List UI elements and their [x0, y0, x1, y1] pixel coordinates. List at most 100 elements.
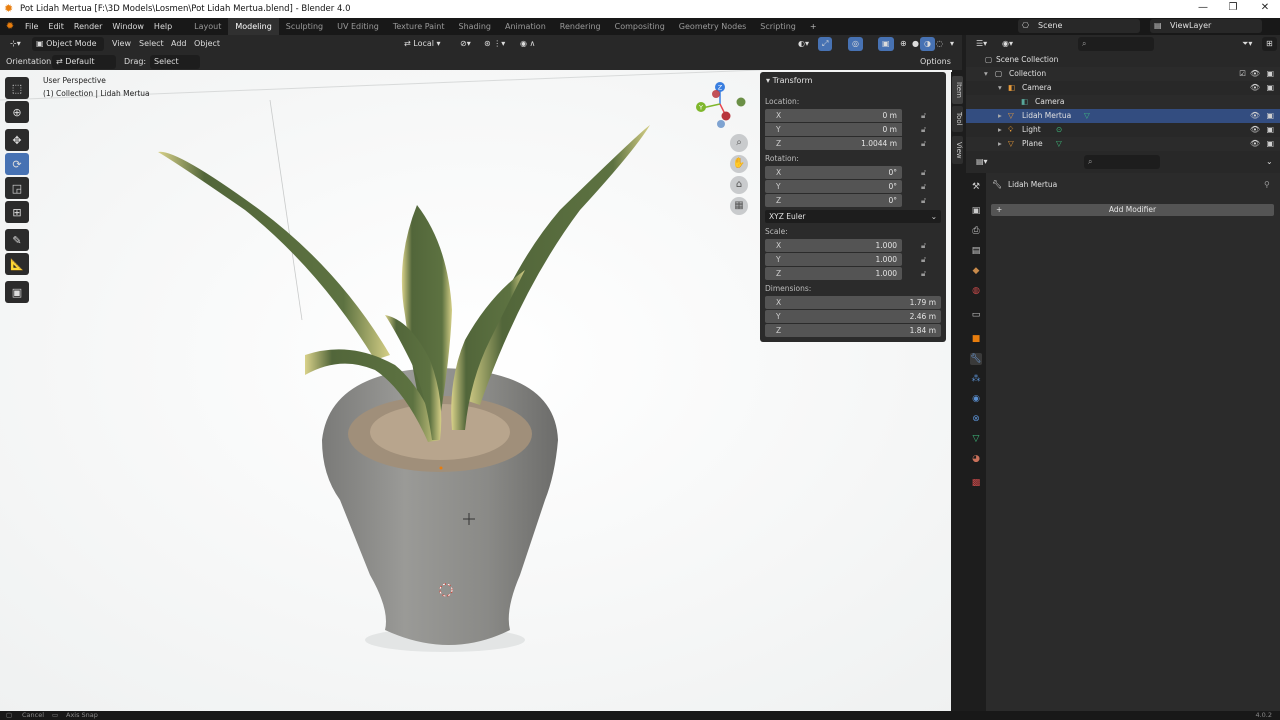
expand-arrow-icon[interactable]: ▾	[984, 67, 988, 81]
constraints-properties-icon[interactable]: ⊗	[970, 413, 982, 425]
view-menu[interactable]: View	[108, 37, 135, 51]
scene-properties-icon[interactable]: ◆	[970, 265, 982, 277]
scale-tool-icon[interactable]: ◲	[5, 177, 29, 199]
gizmo-toggle-icon[interactable]: ⤢	[818, 37, 833, 51]
pin-icon[interactable]: ⚲	[1264, 180, 1270, 189]
ortho-grid-icon[interactable]: ▦	[730, 197, 748, 215]
render-properties-icon[interactable]: ▣	[970, 205, 982, 217]
menu-window[interactable]: Window	[107, 18, 149, 35]
tool-properties-icon[interactable]: ⚒	[970, 181, 982, 193]
gizmo-neg-x-icon[interactable]	[712, 90, 720, 98]
tab-tool[interactable]: Tool	[952, 106, 963, 132]
drag-dropdown[interactable]: Select Box	[150, 55, 200, 80]
rotation-z-field[interactable]: Z 0°	[765, 194, 902, 207]
rotation-y-field[interactable]: Y 0°	[765, 180, 902, 193]
menu-render[interactable]: Render	[69, 18, 107, 35]
lock-icon[interactable]: 🔓︎	[921, 196, 930, 205]
tab-scripting[interactable]: Scripting	[753, 18, 803, 35]
outliner-search-input[interactable]: ⌕	[1078, 37, 1154, 51]
particles-properties-icon[interactable]: ⁂	[970, 373, 982, 385]
cursor-tool-icon[interactable]: ⊕	[5, 101, 29, 123]
gizmo-x-axis-icon[interactable]	[721, 111, 731, 121]
display-mode-icon[interactable]: ◉▾	[998, 37, 1017, 51]
camera-render-icon[interactable]: ▣	[1266, 81, 1274, 95]
eye-icon[interactable]: 👁︎	[1250, 67, 1260, 81]
lock-icon[interactable]: 🔓︎	[921, 125, 930, 134]
add-cube-tool-icon[interactable]: ▣	[5, 281, 29, 303]
outliner-item-camera-data[interactable]: ◧ Camera	[966, 95, 1280, 109]
output-properties-icon[interactable]: ⎙	[970, 225, 982, 237]
outliner-item-light[interactable]: ▸ 💡︎ Light ⊙ 👁︎ ▣	[966, 123, 1280, 137]
orientation-dropdown[interactable]: ⇄ Default	[52, 55, 116, 69]
menu-edit[interactable]: Edit	[43, 18, 69, 35]
lock-icon[interactable]: 🔓︎	[921, 241, 930, 250]
add-modifier-button[interactable]: + Add Modifier	[991, 204, 1274, 216]
collection-properties-icon[interactable]: ▭	[970, 309, 982, 321]
eye-icon[interactable]: 👁︎	[1250, 81, 1260, 95]
tab-geometry-nodes[interactable]: Geometry Nodes	[672, 18, 753, 35]
tab-sculpting[interactable]: Sculpting	[279, 18, 330, 35]
transform-orientation-dropdown[interactable]: ⇄ Local ▾	[400, 37, 454, 51]
mesh-data-icon[interactable]: ▽	[1056, 137, 1062, 151]
tab-view[interactable]: View	[952, 136, 963, 164]
blender-menu-icon[interactable]: ✹	[0, 21, 20, 32]
rotation-mode-dropdown[interactable]: XYZ Euler ⌄	[765, 210, 941, 223]
menu-help[interactable]: Help	[149, 18, 177, 35]
xray-toggle-icon[interactable]: ▣	[878, 37, 894, 51]
expand-arrow-icon[interactable]: ▸	[998, 123, 1002, 137]
options-dropdown[interactable]: Options	[916, 55, 955, 69]
dimensions-z-field[interactable]: Z 1.84 m	[765, 324, 941, 337]
lock-icon[interactable]: 🔓︎	[921, 255, 930, 264]
light-data-icon[interactable]: ⊙	[1056, 123, 1062, 137]
texture-properties-icon[interactable]: ▩	[970, 477, 982, 489]
pan-hand-icon[interactable]: ✋	[730, 155, 748, 173]
gizmo-neg-z-icon[interactable]	[717, 120, 725, 128]
physics-properties-icon[interactable]: ◉	[970, 393, 982, 405]
proportional-edit-icon[interactable]: ◉ ∧	[516, 37, 539, 51]
lock-icon[interactable]: 🔓︎	[921, 182, 930, 191]
scale-y-field[interactable]: Y 1.000	[765, 253, 902, 266]
menu-file[interactable]: File	[20, 18, 43, 35]
add-workspace-icon[interactable]: +	[803, 18, 824, 35]
scene-selector[interactable]: ⎔ Scene	[1018, 19, 1140, 33]
world-properties-icon[interactable]: ◍	[970, 285, 982, 297]
camera-view-icon[interactable]: ⌂	[730, 176, 748, 194]
rotation-x-field[interactable]: X 0°	[765, 166, 902, 179]
overlay-toggle-icon[interactable]: ◎	[848, 37, 863, 51]
lock-icon[interactable]: 🔓︎	[921, 111, 930, 120]
scale-z-field[interactable]: Z 1.000	[765, 267, 902, 280]
mode-dropdown[interactable]: ▣ Object Mode ▾	[32, 37, 104, 62]
outliner-item-plane[interactable]: ▸ ▽ Plane ▽ 👁︎ ▣	[966, 137, 1280, 151]
outliner-item-camera[interactable]: ▾ ◧ Camera 👁︎ ▣	[966, 81, 1280, 95]
lock-icon[interactable]: 🔓︎	[921, 269, 930, 278]
tab-animation[interactable]: Animation	[498, 18, 553, 35]
visibility-icon[interactable]: ◐▾	[794, 37, 813, 51]
tab-rendering[interactable]: Rendering	[553, 18, 608, 35]
snap-icon[interactable]: ⊛ ⋮▾	[480, 37, 509, 51]
shading-options-icon[interactable]: ▾	[946, 37, 958, 51]
scale-x-field[interactable]: X 1.000	[765, 239, 902, 252]
annotate-tool-icon[interactable]: ✎	[5, 229, 29, 251]
filter-icon[interactable]: ⏷▾	[1238, 37, 1256, 51]
gizmo-neg-y-icon[interactable]	[736, 97, 746, 107]
shading-rendered-icon[interactable]: ◌	[932, 37, 947, 51]
view-layer-properties-icon[interactable]: ▤	[970, 245, 982, 257]
data-properties-icon[interactable]: ▽	[970, 433, 982, 445]
location-y-field[interactable]: Y0 m	[765, 123, 902, 136]
modifier-properties-icon[interactable]: 🔧︎	[970, 353, 982, 365]
transform-panel-header[interactable]: ▾ Transform	[766, 76, 812, 85]
properties-options-icon[interactable]: ⌄	[1262, 155, 1277, 169]
viewlayer-selector[interactable]: ▤ ViewLayer	[1150, 19, 1262, 33]
select-menu[interactable]: Select	[135, 37, 168, 51]
tab-texture-paint[interactable]: Texture Paint	[386, 18, 452, 35]
pivot-point-icon[interactable]: ⊘▾	[456, 37, 475, 51]
camera-render-icon[interactable]: ▣	[1266, 67, 1274, 81]
location-z-field[interactable]: Z 1.0044 m	[765, 137, 902, 150]
tab-shading[interactable]: Shading	[451, 18, 498, 35]
checkbox-icon[interactable]: ☑	[1239, 67, 1246, 81]
expand-arrow-icon[interactable]: ▾	[998, 81, 1002, 95]
tab-item[interactable]: Item	[952, 76, 963, 104]
add-menu[interactable]: Add	[167, 37, 191, 51]
camera-render-icon[interactable]: ▣	[1266, 137, 1274, 151]
tab-uv-editing[interactable]: UV Editing	[330, 18, 386, 35]
